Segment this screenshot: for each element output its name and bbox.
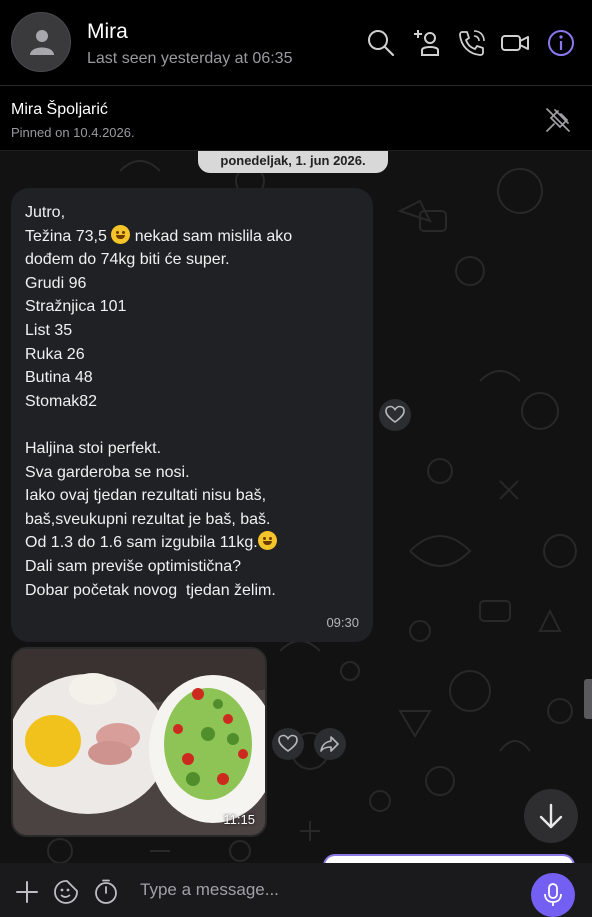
message-line: Iako ovaj tjedan rezultati nisu baš, [25, 487, 267, 505]
voice-message-button[interactable] [531, 873, 575, 917]
video-call-icon[interactable] [500, 28, 530, 58]
date-separator: ponedeljak, 1. jun 2026. [198, 151, 388, 173]
message-input[interactable] [140, 873, 510, 907]
message-line: Sva garderoba se nosi. [25, 463, 190, 481]
pinned-sender-name: Mira Špoljarić [11, 101, 108, 118]
message-line: Dali sam previše optimistična? [25, 557, 242, 575]
pinned-date: Pinned on 10.4.2026. [11, 125, 135, 140]
message-line: baš,sveukupni rezultat je baš, baš. [25, 510, 271, 528]
message-line: Stomak82 [25, 392, 98, 410]
scroll-to-bottom-button[interactable] [524, 789, 578, 843]
smile-emoji-icon [257, 531, 277, 551]
side-panel-handle[interactable] [584, 679, 592, 719]
message-line: Grudi 96 [25, 274, 87, 292]
message-bubble[interactable]: Jutro, Težina 73,5 nekad sam mislila ako… [11, 188, 373, 642]
food-photo [13, 649, 265, 835]
arrow-down-icon [539, 803, 563, 829]
like-reaction-button[interactable] [272, 728, 304, 760]
add-participant-icon[interactable] [412, 28, 442, 58]
heart-icon [278, 734, 298, 752]
message-line: Haljina stoi perfekt. [25, 439, 162, 457]
message-time: 09:30 [326, 615, 359, 630]
message-line: Stražnjica 101 [25, 298, 127, 316]
chat-area[interactable]: ponedeljak, 1. jun 2026. Jutro, Težina 7… [0, 151, 592, 863]
forward-icon [320, 736, 339, 752]
last-seen-status: Last seen yesterday at 06:35 [87, 50, 293, 67]
info-icon[interactable] [546, 28, 576, 58]
heart-icon [385, 405, 405, 423]
forward-button[interactable] [314, 728, 346, 760]
message-line: Od 1.3 do 1.6 sam izgubila 11kg. [25, 531, 359, 555]
message-composer [0, 863, 592, 917]
like-reaction-button[interactable] [379, 399, 411, 431]
plus-icon[interactable] [14, 879, 40, 905]
message-line: Težina 73,5 nekad sam mislila ako [25, 224, 359, 249]
message-line: Jutro, [25, 204, 66, 221]
timer-icon[interactable] [93, 879, 119, 905]
search-icon[interactable] [366, 28, 396, 58]
pinned-message-bar[interactable]: Mira Špoljarić Pinned on 10.4.2026. [0, 87, 592, 151]
sticker-icon[interactable] [53, 879, 79, 905]
grinning-emoji-icon [111, 224, 131, 244]
message-line [25, 413, 359, 437]
avatar[interactable] [11, 12, 71, 72]
message-line: Ruka 26 [25, 345, 85, 363]
message-line: List 35 [25, 321, 73, 339]
unpin-icon[interactable] [543, 105, 573, 135]
person-icon [30, 30, 54, 55]
message-line: dođem do 74kg biti će super. [25, 251, 230, 269]
call-icon[interactable] [456, 28, 486, 58]
photo-time: 11:15 [223, 812, 255, 827]
chat-header: Mira Last seen yesterday at 06:35 [0, 0, 592, 86]
mic-icon [544, 883, 562, 906]
message-line: Butina 48 [25, 369, 93, 387]
photo-message[interactable]: 11:15 [11, 647, 267, 837]
contact-name[interactable]: Mira [87, 20, 128, 44]
message-line: Dobar početak novog tjedan želim. [25, 581, 276, 599]
outgoing-message-peek [323, 854, 575, 863]
